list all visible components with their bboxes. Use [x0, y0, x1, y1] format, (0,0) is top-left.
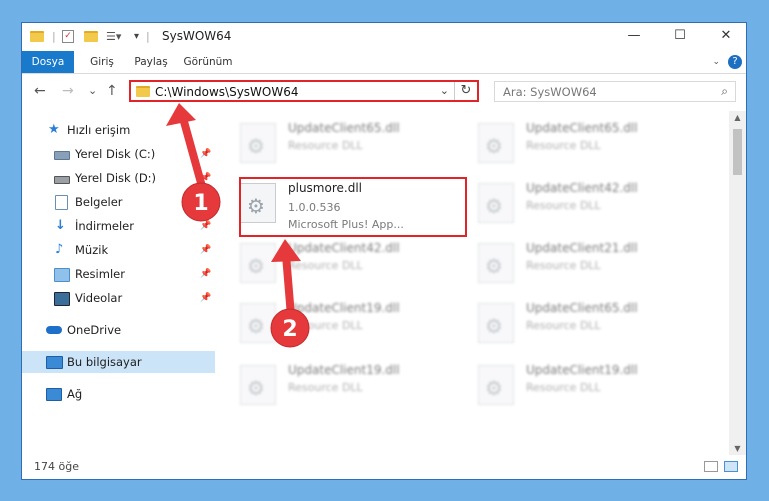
tab-view[interactable]: Görünüm [180, 51, 236, 73]
refresh-icon[interactable]: ↻ [454, 82, 477, 100]
dll-file-icon [478, 183, 514, 223]
address-path[interactable]: C:\Windows\SysWOW64 [155, 85, 299, 99]
maximize-button[interactable]: ☐ [670, 26, 690, 46]
dll-file-icon [240, 303, 276, 343]
dll-file-icon [478, 365, 514, 405]
network-icon [46, 388, 62, 401]
file-item[interactable]: UpdateClient65.dll Resource DLL [218, 119, 438, 171]
file-item[interactable]: UpdateClient19.dll Resource DLL [218, 361, 438, 413]
sidebar-item-music[interactable]: ♪ Müzik 📌 [22, 239, 215, 261]
scrollbar-thumb[interactable] [733, 129, 742, 175]
dll-file-icon [240, 365, 276, 405]
computer-icon [46, 356, 63, 369]
pin-icon[interactable]: 📌 [200, 287, 211, 309]
file-item[interactable]: UpdateClient65.dll Resource DLL [456, 299, 676, 351]
customize-toolbar-icon[interactable]: ▾ [134, 31, 139, 42]
ribbon-tabs: Dosya Giriş Paylaş Görünüm ⌄ ? [22, 51, 746, 74]
file-item[interactable]: UpdateClient19.dll Resource DLL [456, 361, 676, 413]
file-item[interactable]: UpdateClient42.dll Resource DLL [456, 179, 676, 231]
file-item[interactable]: UpdateClient21.dll Resource DLL [456, 239, 676, 291]
status-bar: 174 öğe [22, 455, 746, 479]
scroll-down-icon[interactable]: ▼ [729, 444, 746, 453]
vertical-scrollbar[interactable]: ▲ ▼ [729, 111, 746, 455]
sidebar-item-pictures[interactable]: Resimler 📌 [22, 263, 215, 285]
title-bar: | ✓ ☰▾ ▾ | SysWOW64 — ☐ ✕ [22, 23, 746, 51]
new-folder-icon[interactable] [84, 30, 98, 42]
forward-button[interactable]: → [62, 83, 74, 99]
sidebar-item-onedrive[interactable]: OneDrive [22, 319, 215, 341]
drive-icon [54, 176, 70, 184]
chevron-down-icon[interactable]: ⌄ [440, 84, 449, 97]
music-icon: ♪ [55, 242, 64, 257]
search-box[interactable]: Ara: SysWOW64 ⌕ [494, 81, 736, 102]
dll-file-icon [478, 303, 514, 343]
star-icon: ★ [48, 122, 60, 137]
drive-icon [54, 151, 70, 160]
file-item[interactable]: UpdateClient19.dll Resource DLL [218, 299, 438, 351]
recent-locations-button[interactable]: ⌄ [88, 83, 97, 99]
explorer-window: | ✓ ☰▾ ▾ | SysWOW64 — ☐ ✕ Dosya Giriş Pa… [21, 22, 747, 480]
videos-icon [54, 292, 70, 306]
sidebar-item-network[interactable]: Ağ [22, 383, 215, 405]
dll-file-icon [240, 243, 276, 283]
pin-icon[interactable]: 📌 [200, 263, 211, 285]
sidebar-item-local-disk-d[interactable]: Yerel Disk (D:) 📌 [22, 167, 215, 189]
navigation-bar: ← → ⌄ ↑ C:\Windows\SysWOW64 ⌄ ↻ Ara: Sys… [22, 74, 746, 108]
sidebar-item-this-pc[interactable]: Bu bilgisayar [22, 351, 215, 373]
dll-file-icon [478, 123, 514, 163]
close-button[interactable]: ✕ [716, 26, 736, 46]
sidebar-item-videos[interactable]: Videolar 📌 [22, 287, 215, 309]
dll-file-icon [240, 123, 276, 163]
navigation-pane: ★ Hızlı erişim Yerel Disk (C:) 📌 Yerel D… [22, 111, 215, 451]
back-button[interactable]: ← [34, 83, 46, 99]
details-view-icon[interactable] [704, 461, 718, 472]
large-icons-view-icon[interactable] [724, 461, 738, 472]
sidebar-item-local-disk-c[interactable]: Yerel Disk (C:) 📌 [22, 143, 215, 165]
folder-icon [136, 86, 150, 97]
sidebar-item-quick-access[interactable]: ★ Hızlı erişim [22, 119, 215, 141]
folder-icon [30, 30, 44, 42]
pin-icon[interactable]: 📌 [200, 191, 211, 213]
file-item[interactable]: UpdateClient42.dll Resource DLL [218, 239, 438, 291]
sidebar-item-downloads[interactable]: ↓ İndirmeler 📌 [22, 215, 215, 237]
file-list: UpdateClient65.dll Resource DLL UpdateCl… [218, 111, 733, 451]
help-icon[interactable]: ? [728, 55, 742, 69]
tab-home[interactable]: Giriş [82, 51, 122, 73]
pictures-icon [54, 268, 70, 282]
tab-file[interactable]: Dosya [22, 51, 74, 73]
pin-icon[interactable]: 📌 [200, 143, 211, 165]
file-item[interactable]: UpdateClient65.dll Resource DLL [456, 119, 676, 171]
highlight-box [239, 177, 467, 237]
scroll-up-icon[interactable]: ▲ [729, 113, 746, 122]
pin-icon[interactable]: 📌 [200, 167, 211, 189]
pin-icon[interactable]: 📌 [200, 239, 211, 261]
sidebar-item-documents[interactable]: Belgeler 📌 [22, 191, 215, 213]
dll-file-icon [478, 243, 514, 283]
cloud-icon [46, 326, 62, 334]
up-button[interactable]: ↑ [106, 83, 118, 99]
properties-icon[interactable]: ✓ [62, 29, 74, 43]
pin-icon[interactable]: 📌 [200, 215, 211, 237]
expand-ribbon-icon[interactable]: ⌄ [712, 57, 720, 67]
search-input[interactable]: Ara: SysWOW64 [503, 85, 597, 99]
rename-icon[interactable]: ☰▾ [106, 30, 121, 43]
search-icon: ⌕ [721, 84, 728, 98]
minimize-button[interactable]: — [624, 26, 644, 46]
documents-icon [55, 195, 68, 210]
item-count: 174 öğe [34, 460, 79, 473]
download-icon: ↓ [55, 218, 66, 233]
tab-share[interactable]: Paylaş [128, 51, 174, 73]
address-bar[interactable]: C:\Windows\SysWOW64 ⌄ ↻ [129, 80, 479, 102]
window-title: SysWOW64 [162, 29, 232, 43]
